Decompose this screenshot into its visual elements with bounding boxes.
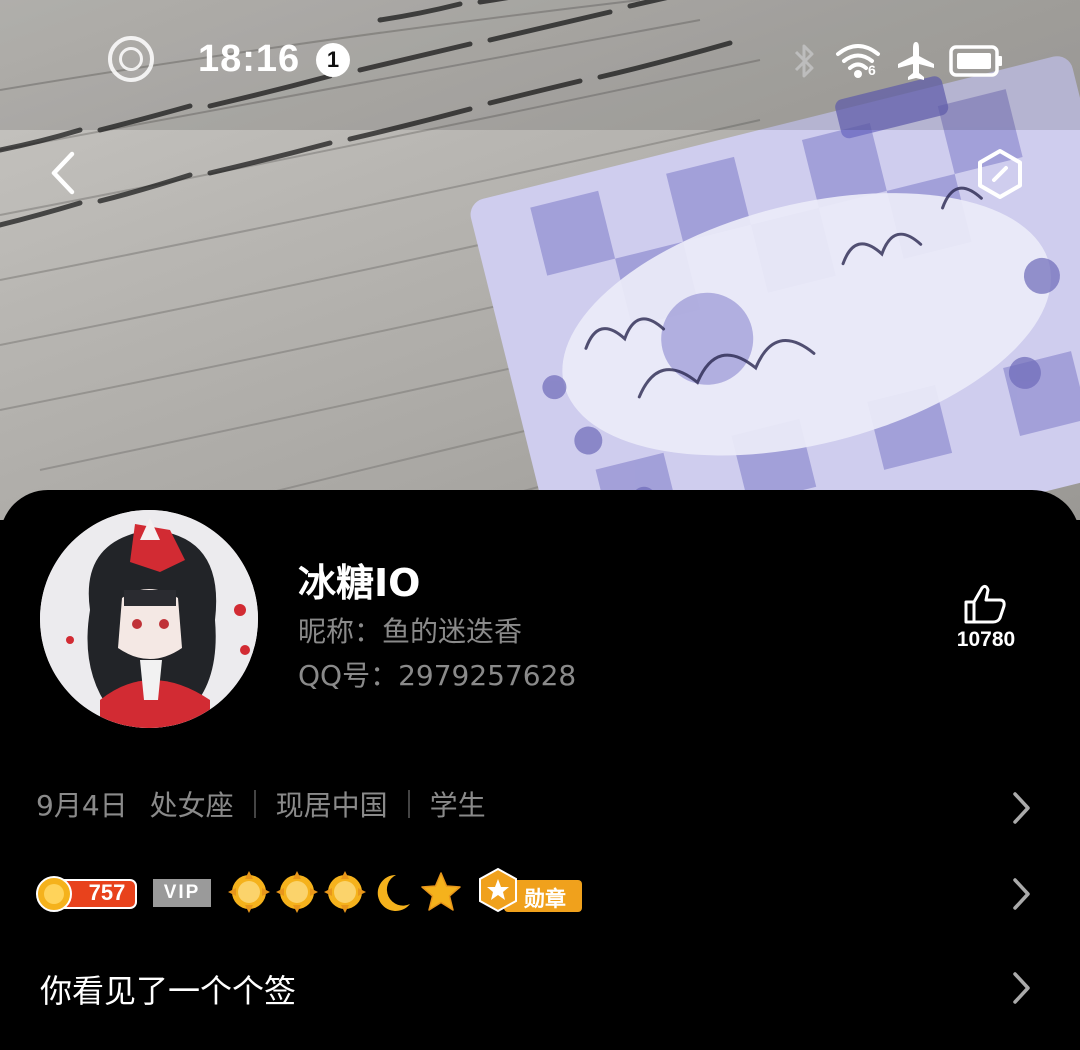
divider — [407, 790, 410, 818]
nickname: 昵称：鱼的迷迭香 — [298, 615, 523, 648]
like-count[interactable]: 10780 — [934, 628, 1038, 652]
chevron-right-icon[interactable] — [1008, 968, 1034, 1008]
hexagon-minus-icon[interactable] — [974, 148, 1026, 200]
sun-icon — [324, 871, 366, 913]
bluetooth-icon — [794, 44, 814, 78]
occupation: 学生 — [429, 789, 486, 822]
zodiac: 处女座 — [149, 789, 234, 822]
star-icon — [421, 872, 461, 911]
level-value: 757 — [88, 880, 126, 905]
chevron-right-icon[interactable] — [1008, 788, 1034, 828]
back-button[interactable] — [40, 148, 90, 198]
thumbs-up-icon[interactable] — [962, 582, 1008, 626]
vip-badge: VIP — [153, 879, 211, 907]
location: 现居中国 — [275, 789, 388, 822]
status-bar: 18:16 1 6 — [0, 0, 1080, 120]
profile-info-row[interactable]: 9月4日 处女座 现居中国 学生 — [36, 784, 486, 824]
chevron-right-icon[interactable] — [1008, 874, 1034, 914]
notification-count-badge: 1 — [316, 43, 350, 77]
moon-icon — [377, 874, 410, 911]
divider — [253, 790, 256, 818]
sun-icon — [228, 871, 270, 913]
display-name: 冰糖IO — [298, 561, 421, 605]
birthday: 9月4日 — [36, 789, 128, 822]
status-time: 18:16 — [198, 38, 301, 80]
qq-number[interactable]: QQ号：2979257628 — [298, 654, 576, 694]
personal-signature[interactable]: 你看见了一个个签 — [40, 966, 296, 1012]
medal-label: 勋章 — [524, 887, 566, 911]
badges-row[interactable]: 757 VIP 勋章 — [36, 866, 636, 920]
wifi-generation-label: 6 — [868, 62, 876, 78]
sun-icon — [276, 871, 318, 913]
airplane-icon — [898, 42, 934, 80]
screen-record-icon — [108, 36, 154, 82]
avatar-image — [40, 510, 258, 728]
wifi-icon — [836, 44, 880, 78]
avatar[interactable] — [40, 510, 258, 728]
battery-icon — [949, 45, 1002, 77]
